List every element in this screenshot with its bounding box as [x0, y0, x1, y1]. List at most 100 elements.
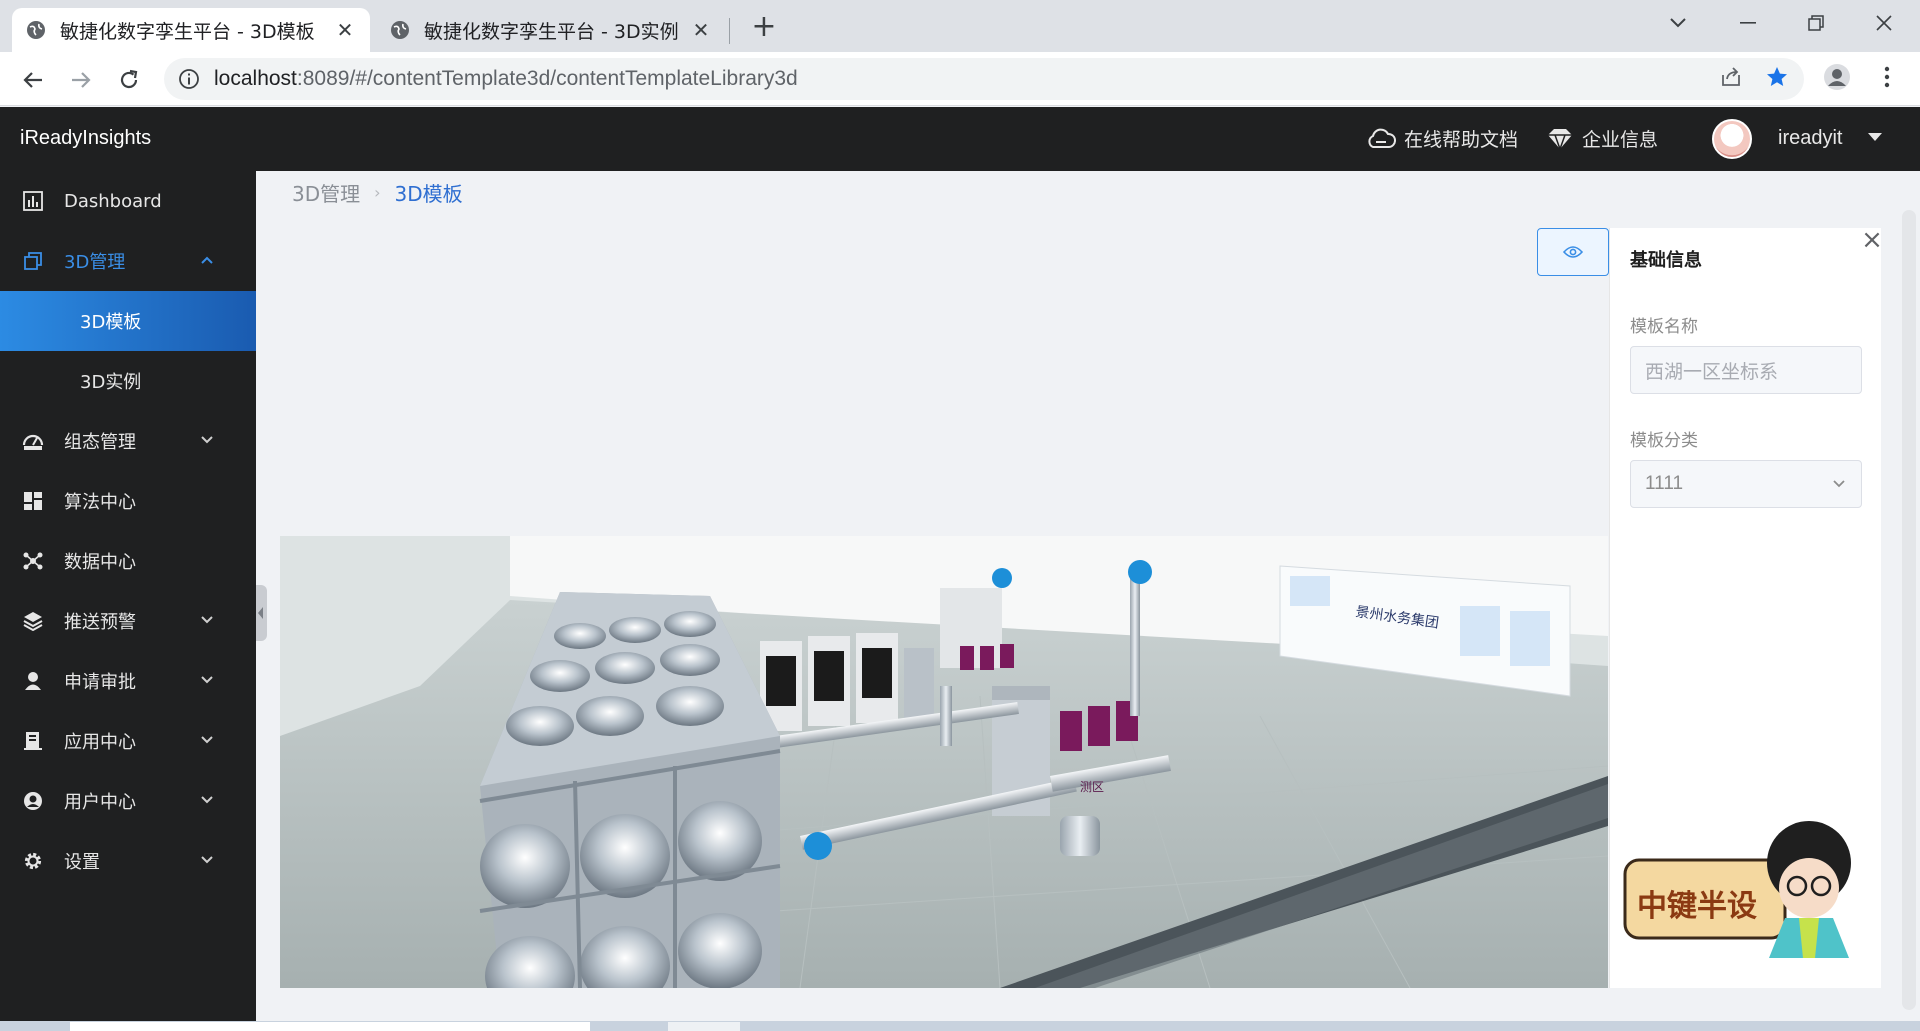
cube-icon: [22, 250, 44, 272]
chevron-down-icon: [1831, 475, 1847, 491]
browser-tab[interactable]: 敏捷化数字孪生平台 - 3D实例 ✕: [376, 8, 726, 52]
diamond-icon: [1548, 128, 1572, 151]
chevron-down-icon: [200, 433, 214, 449]
chevron-down-icon: [200, 673, 214, 689]
sidebar-item-label: 申请审批: [64, 672, 136, 693]
sidebar-item-label: 组态管理: [64, 432, 136, 453]
caret-down-icon[interactable]: [1868, 133, 1882, 141]
layers-icon: [22, 610, 44, 632]
sidebar-item-label: 算法中心: [64, 492, 136, 513]
minimize-icon[interactable]: [1718, 6, 1778, 40]
restore-icon[interactable]: [1786, 6, 1846, 40]
menu-dots-icon[interactable]: [1872, 62, 1902, 92]
template-name-input[interactable]: 西湖一区坐标系: [1630, 346, 1862, 394]
sidebar-item-algorithm[interactable]: 算法中心: [0, 471, 256, 531]
forward-icon[interactable]: [64, 63, 98, 97]
3d-pump-room-scene: 景州水务集团 测区: [280, 536, 1608, 988]
chevron-down-icon: [200, 793, 214, 809]
preview-button[interactable]: [1537, 228, 1609, 276]
sidebar: Dashboard 3D管理 3D模板 3D实例 组态管理 算法中心 数据中心: [0, 171, 256, 1023]
mascot-text: 中键半设: [1637, 889, 1757, 924]
breadcrumb-separator: ›: [374, 183, 381, 202]
sidebar-item-user-center[interactable]: 用户中心: [0, 771, 256, 831]
chevron-down-icon: [200, 733, 214, 749]
chevron-up-icon: [200, 253, 214, 269]
sidebar-collapse-handle[interactable]: [256, 585, 267, 641]
url-path: :8089/#/contentTemplate3d/contentTemplat…: [296, 67, 798, 90]
chevron-down-icon: [200, 613, 214, 629]
template-category-select[interactable]: 1111: [1630, 460, 1862, 508]
back-icon[interactable]: [16, 63, 50, 97]
sidebar-item-label: 用户中心: [64, 792, 136, 813]
reload-icon[interactable]: [112, 63, 146, 97]
app-header: iReadyInsights 在线帮助文档 企业信息 ireadyit: [0, 107, 1920, 171]
scene-area-label: 测区: [1080, 780, 1104, 794]
sidebar-item-3d-instance[interactable]: 3D实例: [0, 351, 256, 411]
brand-name: iReadyInsights: [20, 127, 152, 149]
dashboard-icon: [22, 430, 44, 452]
tab-search-icon[interactable]: [1648, 6, 1708, 40]
app-icon: [22, 730, 44, 752]
hub-icon: [22, 550, 44, 572]
sidebar-item-3d-management[interactable]: 3D管理: [0, 231, 256, 291]
panel-title: 基础信息: [1630, 250, 1702, 271]
breadcrumb: 3D管理 › 3D模板: [292, 178, 463, 207]
company-info-label: 企业信息: [1582, 129, 1659, 151]
sidebar-item-label: 数据中心: [64, 552, 136, 573]
3d-scene-viewport[interactable]: 景州水务集团 测区: [280, 536, 1608, 988]
sidebar-item-label: 推送预警: [64, 612, 136, 633]
sidebar-item-data-center[interactable]: 数据中心: [0, 531, 256, 591]
cloud-icon: [1368, 128, 1396, 148]
person-icon: [22, 670, 44, 692]
browser-toolbar: localhost:8089/#/contentTemplate3d/conte…: [0, 52, 1920, 106]
tab-separator: [729, 18, 730, 44]
sidebar-item-label: 应用中心: [64, 732, 136, 753]
taskbar-window[interactable]: [668, 1022, 740, 1031]
address-bar[interactable]: localhost:8089/#/contentTemplate3d/conte…: [164, 58, 1804, 100]
tab-title: 敏捷化数字孪生平台 - 3D实例: [424, 20, 679, 43]
avatar[interactable]: [1712, 119, 1752, 159]
sidebar-item-label: 3D模板: [80, 312, 142, 333]
sidebar-item-approval[interactable]: 申请审批: [0, 651, 256, 711]
eye-icon: [1563, 246, 1583, 258]
bookmark-star-icon[interactable]: [1762, 62, 1792, 92]
url-host: localhost: [214, 67, 297, 90]
taskbar-window[interactable]: [70, 1022, 590, 1031]
sidebar-item-push-alert[interactable]: 推送预警: [0, 591, 256, 651]
mascot-sticker: 中键半设: [1619, 818, 1869, 960]
help-docs-label: 在线帮助文档: [1404, 129, 1519, 151]
bar-chart-icon: [22, 190, 44, 212]
tab-title: 敏捷化数字孪生平台 - 3D模板: [60, 20, 315, 43]
sidebar-item-3d-template[interactable]: 3D模板: [0, 291, 256, 351]
browser-tab-bar: 敏捷化数字孪生平台 - 3D模板 ✕ 敏捷化数字孪生平台 - 3D实例 ✕ +: [0, 0, 1920, 52]
close-icon[interactable]: ×: [1860, 227, 1884, 253]
gear-icon: [22, 850, 44, 872]
sidebar-item-app-center[interactable]: 应用中心: [0, 711, 256, 771]
page-scrollbar[interactable]: [1902, 210, 1916, 1010]
grid-icon: [22, 490, 44, 512]
user-circle-icon: [22, 790, 44, 812]
close-tab-icon[interactable]: ✕: [690, 18, 712, 42]
globe-icon: [390, 20, 410, 40]
site-info-icon[interactable]: [178, 68, 200, 90]
company-info-link[interactable]: 企业信息: [1546, 125, 1658, 152]
profile-icon[interactable]: [1822, 62, 1852, 92]
close-window-icon[interactable]: [1854, 6, 1914, 40]
sidebar-item-label: 3D实例: [80, 372, 142, 393]
sidebar-item-label: Dashboard: [64, 190, 162, 212]
sidebar-item-dashboard[interactable]: Dashboard: [0, 171, 256, 231]
close-tab-icon[interactable]: ✕: [334, 18, 356, 42]
url-text: localhost:8089/#/contentTemplate3d/conte…: [214, 67, 798, 91]
username[interactable]: ireadyit: [1778, 127, 1842, 150]
breadcrumb-parent[interactable]: 3D管理: [292, 178, 360, 207]
sidebar-item-configuration[interactable]: 组态管理: [0, 411, 256, 471]
browser-tab-active[interactable]: 敏捷化数字孪生平台 - 3D模板 ✕: [12, 8, 370, 52]
new-tab-button[interactable]: +: [748, 12, 780, 44]
template-category-label: 模板分类: [1630, 431, 1698, 451]
sidebar-item-label: 设置: [64, 852, 100, 873]
help-docs-link[interactable]: 在线帮助文档: [1366, 125, 1518, 152]
chevron-down-icon: [200, 853, 214, 869]
template-category-value: 1111: [1645, 473, 1684, 494]
sidebar-item-settings[interactable]: 设置: [0, 831, 256, 891]
share-icon[interactable]: [1716, 62, 1746, 92]
